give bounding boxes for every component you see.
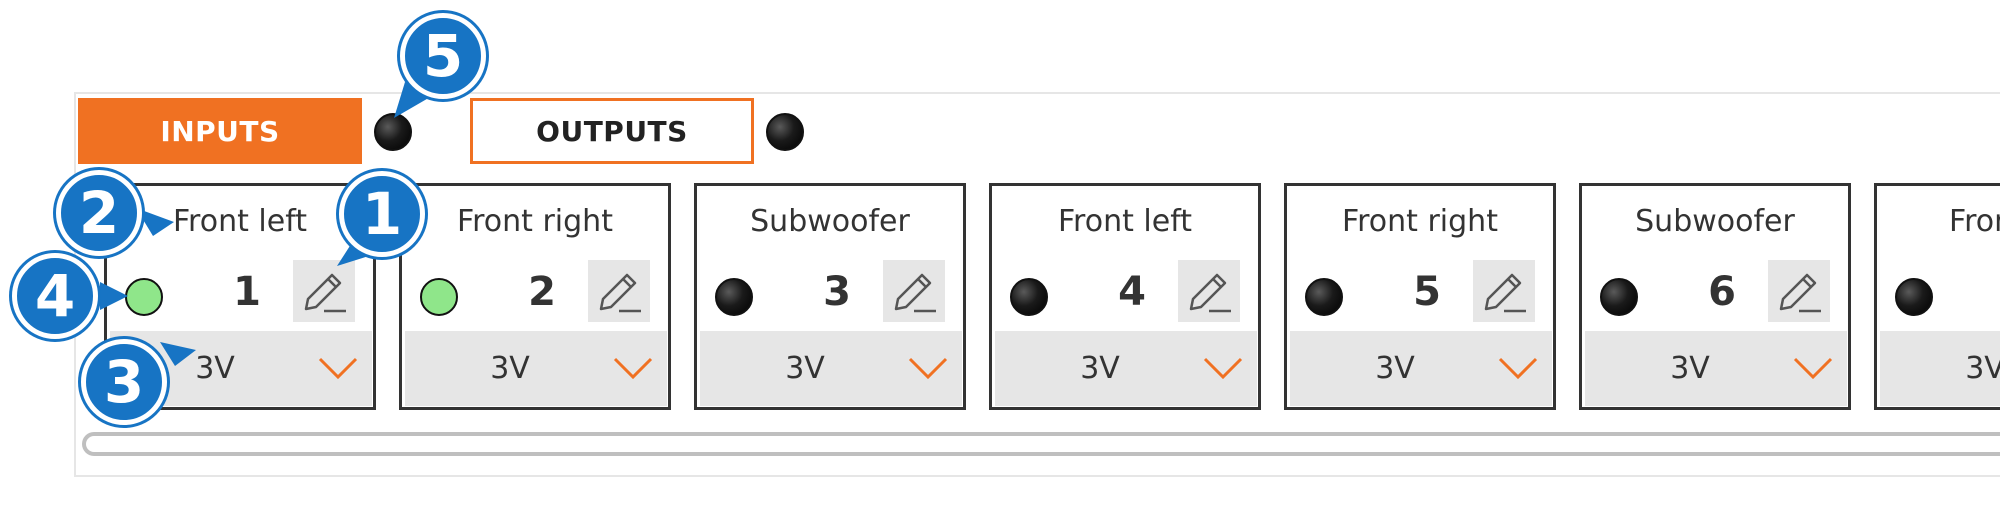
callout-pointers [100,82,432,366]
callout-2-number: 2 [78,179,120,247]
callout-3-pointer [160,342,196,366]
callout-3: 3 [81,339,167,425]
callout-2: 2 [56,170,142,256]
callout-4-number: 4 [34,262,76,330]
callout-1: 1 [339,171,425,257]
callout-5-number: 5 [422,22,464,90]
callout-1-number: 1 [361,180,403,248]
callout-4: 4 [12,253,98,339]
callout-5: 5 [400,13,486,99]
callout-4-pointer [100,282,128,310]
callout-3-number: 3 [103,348,145,416]
